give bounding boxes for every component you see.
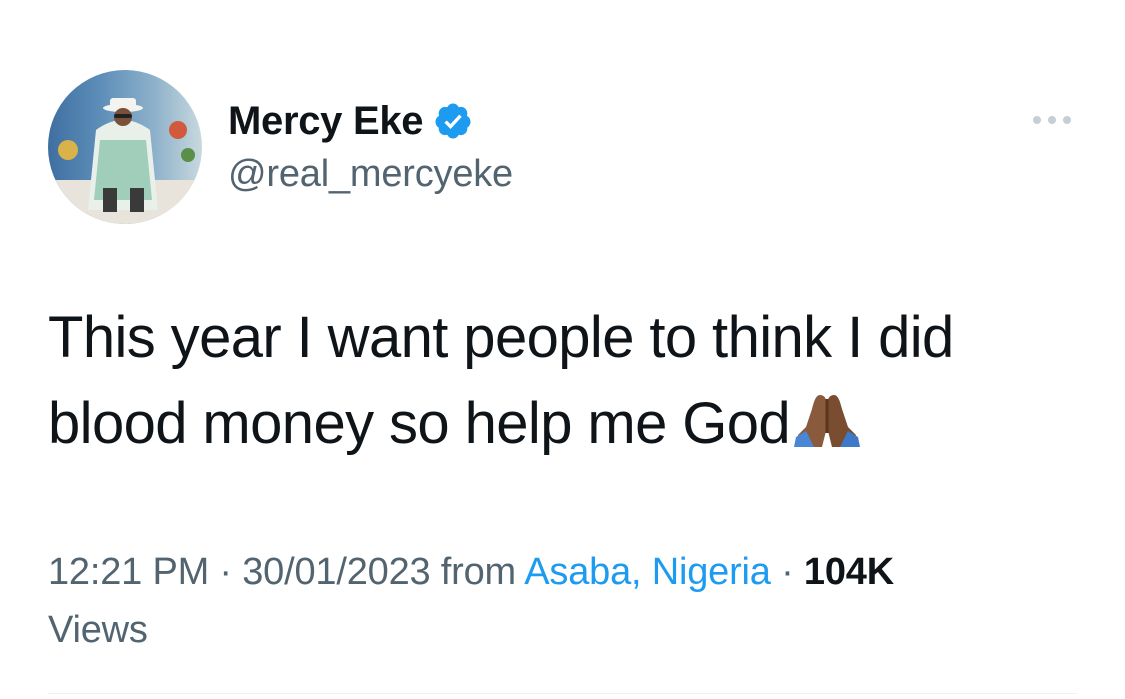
display-name[interactable]: Mercy Eke [228, 99, 424, 144]
divider [48, 693, 1077, 694]
meta-separator-2: · [781, 551, 794, 593]
views-label[interactable]: Views [48, 609, 148, 651]
views-count[interactable]: 104K [804, 551, 894, 593]
from-label: from [440, 551, 516, 593]
tweet-time[interactable]: 12:21 PM [48, 551, 209, 593]
tweet-text: This year I want people to think I did b… [48, 295, 1088, 467]
author-name-row[interactable]: Mercy Eke [228, 98, 473, 144]
tweet-location-link[interactable]: Asaba, Nigeria [524, 551, 771, 593]
folded-hands-emoji-icon [792, 391, 862, 449]
tweet-meta: 12:21 PM · 30/01/2023 from Asaba, Nigeri… [48, 543, 1088, 659]
more-options-icon [1033, 116, 1071, 124]
avatar[interactable] [48, 70, 202, 224]
verified-badge-icon[interactable] [433, 101, 473, 141]
author-handle[interactable]: @real_mercyeke [228, 153, 513, 196]
more-options-button[interactable] [1030, 110, 1074, 130]
meta-separator: · [219, 551, 232, 593]
tweet-date[interactable]: 30/01/2023 [242, 551, 430, 593]
